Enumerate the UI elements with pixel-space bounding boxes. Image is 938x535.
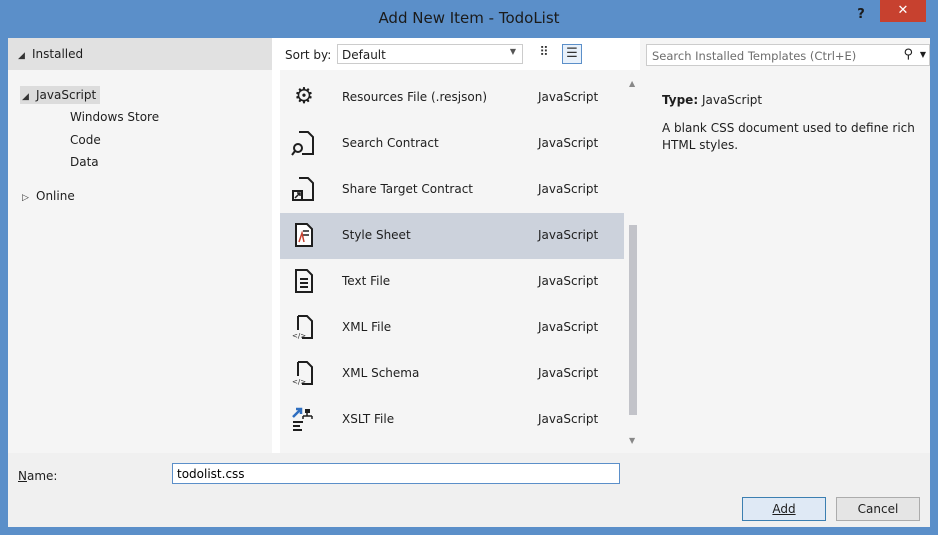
template-item-style-sheet[interactable]: Style Sheet JavaScript xyxy=(280,213,624,259)
tree-item-label: Windows Store xyxy=(70,110,160,124)
share-target-icon xyxy=(290,175,318,203)
template-type: JavaScript xyxy=(538,90,599,104)
xml-schema-icon: </> xyxy=(290,359,318,387)
search-contract-icon xyxy=(290,129,318,157)
details-description: A blank CSS document used to define rich… xyxy=(662,121,915,152)
template-type: JavaScript xyxy=(538,136,599,150)
template-name: Resources File (.resjson) xyxy=(342,90,488,104)
template-item-xml-file[interactable]: </> XML File JavaScript xyxy=(280,305,624,351)
window-title: Add New Item - TodoList xyxy=(378,9,560,27)
svg-text:</>: </> xyxy=(292,378,306,386)
name-input[interactable] xyxy=(172,463,620,484)
search-templates-box[interactable]: Search Installed Templates (Ctrl+E) ⚲ ▼ xyxy=(646,44,930,66)
add-button-label: Add xyxy=(772,502,796,516)
search-icon[interactable]: ⚲ xyxy=(903,47,913,62)
sort-bar: Sort by: Default ▼ ⠿ ☰ xyxy=(280,38,640,70)
gear-icon: ⚙ xyxy=(294,84,314,109)
tree-item-data[interactable]: Data xyxy=(70,153,99,171)
chevron-down-icon: ▼ xyxy=(509,47,516,56)
tree-item-windows-store[interactable]: Windows Store xyxy=(70,108,159,126)
details-type: Type: JavaScript xyxy=(662,93,762,107)
installed-label: Installed xyxy=(32,47,84,61)
search-placeholder: Search Installed Templates (Ctrl+E) xyxy=(652,49,857,63)
tree-item-label: Online xyxy=(36,189,75,203)
cancel-button[interactable]: Cancel xyxy=(836,497,920,521)
tree-item-label: Data xyxy=(70,155,99,169)
name-label: Name: xyxy=(18,469,57,483)
template-item-xml-schema[interactable]: </> XML Schema JavaScript xyxy=(280,351,624,397)
name-row: Name: Add Cancel xyxy=(8,453,930,527)
template-type: JavaScript xyxy=(538,228,599,242)
grid-view-icon: ⠿ xyxy=(539,45,549,60)
sort-by-value: Default xyxy=(342,48,386,62)
expand-arrow-icon[interactable]: ◢ xyxy=(22,88,36,106)
category-tree: ◢ Installed ◢ JavaScript Windows Store Cod… xyxy=(8,38,272,453)
template-name: Style Sheet xyxy=(342,228,411,242)
scrollbar-thumb[interactable] xyxy=(629,225,637,415)
add-button[interactable]: Add xyxy=(742,497,826,521)
template-item-text-file[interactable]: Text File JavaScript xyxy=(280,259,624,305)
xslt-file-icon xyxy=(290,405,318,433)
text-file-icon xyxy=(290,267,318,295)
sort-by-label: Sort by: xyxy=(285,48,332,62)
tree-item-label: JavaScript xyxy=(36,88,97,102)
tree-item-online[interactable]: ▷ Online xyxy=(22,187,75,205)
template-name: Search Contract xyxy=(342,136,439,150)
name-label-mnemonic: N xyxy=(18,469,27,483)
title-bar: Add New Item - TodoList ? ✕ xyxy=(0,0,938,38)
template-name: XML File xyxy=(342,320,392,334)
list-view-icon: ☰ xyxy=(566,46,578,61)
style-sheet-icon xyxy=(290,221,318,249)
template-type: JavaScript xyxy=(538,320,599,334)
small-icons-view-button[interactable]: ⠿ xyxy=(534,44,554,64)
template-type: JavaScript xyxy=(538,366,599,380)
list-scrollbar[interactable]: ▲ ▼ xyxy=(626,75,640,449)
template-item-search-contract[interactable]: Search Contract JavaScript xyxy=(280,121,624,167)
list-view-button[interactable]: ☰ xyxy=(562,44,582,64)
scroll-down-icon[interactable]: ▼ xyxy=(629,436,635,445)
dialog-body: ◢ Installed ◢ JavaScript Windows Store Cod… xyxy=(8,38,930,527)
template-type: JavaScript xyxy=(538,412,599,426)
type-value: JavaScript xyxy=(701,93,763,107)
scroll-up-icon[interactable]: ▲ xyxy=(629,79,635,88)
template-type: JavaScript xyxy=(538,274,599,288)
template-name: Text File xyxy=(342,274,391,288)
template-item-xslt-file[interactable]: XSLT File JavaScript xyxy=(280,397,624,443)
cancel-button-label: Cancel xyxy=(857,502,899,516)
template-list-pane: Sort by: Default ▼ ⠿ ☰ ⚙ Resources File … xyxy=(280,38,640,453)
template-item-share-target[interactable]: Share Target Contract JavaScript xyxy=(280,167,624,213)
template-type: JavaScript xyxy=(538,182,599,196)
tree-item-label: Code xyxy=(70,133,101,147)
svg-text:</>: </> xyxy=(292,332,306,340)
template-list: ⚙ Resources File (.resjson) JavaScript S… xyxy=(280,75,624,449)
expand-arrow-icon[interactable]: ▷ xyxy=(22,189,36,207)
xml-file-icon: </> xyxy=(290,313,318,341)
chevron-down-icon[interactable]: ▼ xyxy=(920,50,926,59)
add-new-item-dialog: Add New Item - TodoList ? ✕ ◢ Installed ◢… xyxy=(0,0,938,535)
close-button[interactable]: ✕ xyxy=(880,0,926,22)
collapse-arrow-icon[interactable]: ◢ xyxy=(18,51,32,61)
sort-by-select[interactable]: Default ▼ xyxy=(337,44,523,64)
tree-item-javascript[interactable]: ◢ JavaScript xyxy=(20,86,101,106)
template-item-resources-file[interactable]: ⚙ Resources File (.resjson) JavaScript xyxy=(280,75,624,121)
tree-item-code[interactable]: Code xyxy=(70,131,101,149)
installed-header[interactable]: ◢ Installed xyxy=(8,38,272,70)
help-button[interactable]: ? xyxy=(848,4,874,26)
name-label-rest: ame: xyxy=(26,469,58,483)
template-name: Share Target Contract xyxy=(342,182,474,196)
details-pane: Search Installed Templates (Ctrl+E) ⚲ ▼ … xyxy=(640,38,930,453)
type-label: Type: xyxy=(662,93,699,107)
template-name: XML Schema xyxy=(342,366,420,380)
template-name: XSLT File xyxy=(342,412,395,426)
